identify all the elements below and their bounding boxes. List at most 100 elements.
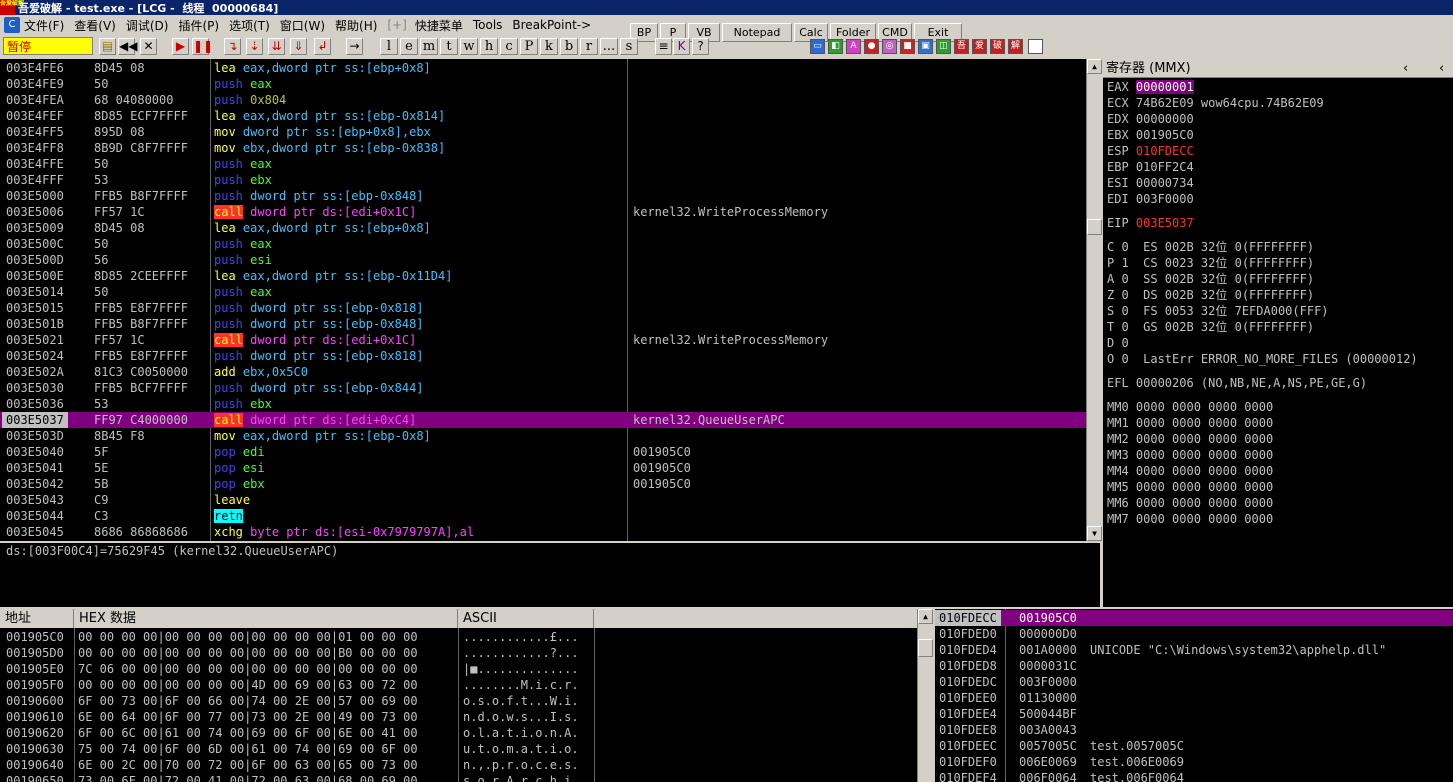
- scroll-down-icon[interactable]: ▼: [1087, 526, 1102, 541]
- dump-hex[interactable]: 6E 00 2C 00|70 00 72 00|6F 00 63 00|65 0…: [78, 757, 418, 773]
- menu-plugins[interactable]: 插件(P): [178, 17, 219, 34]
- disasm-row[interactable]: 003E503D 8B45 F8 mov eax,dword ptr ss:[ebp…: [0, 428, 1086, 444]
- dump-hex[interactable]: 75 00 74 00|6F 00 6D 00|61 00 74 00|69 0…: [78, 741, 418, 757]
- register-line[interactable]: MM3 0000 0000 0000 0000: [1107, 447, 1273, 463]
- disassembly-scrollbar[interactable]: ▲ ▼: [1086, 59, 1102, 541]
- registers-header[interactable]: 寄存器 (MMX) ‹ ‹: [1103, 59, 1453, 78]
- disasm-row[interactable]: 003E4FF5 895D 08 mov dword ptr ss:[ebp+0x8…: [0, 124, 1086, 140]
- stack-row[interactable]: 010FDED8 0000031C: [935, 658, 1453, 674]
- register-value[interactable]: 010FDECC: [1136, 144, 1194, 158]
- disasm-row[interactable]: 003E5041 5E pop esi 001905C0: [0, 460, 1086, 476]
- register-value[interactable]: 001905C0: [1136, 128, 1194, 142]
- open-icon[interactable]: ▤: [99, 38, 116, 55]
- register-line[interactable]: Z 0 DS 002B 32位 0(FFFFFFFF): [1107, 287, 1314, 303]
- source-button[interactable]: s: [620, 38, 638, 55]
- menu-help[interactable]: 帮助(H): [335, 17, 377, 34]
- dump-address[interactable]: 00190630: [6, 741, 64, 757]
- dump-hex[interactable]: 00 00 00 00|00 00 00 00|00 00 00 00|B0 0…: [78, 645, 418, 661]
- disasm-row[interactable]: 003E5036 53 push ebx: [0, 396, 1086, 412]
- register-line[interactable]: MM1 0000 0000 0000 0000: [1107, 415, 1273, 431]
- disasm-row[interactable]: 003E5044 C3 retn: [0, 508, 1086, 524]
- disasm-row[interactable]: 003E4FFE 50 push eax: [0, 156, 1086, 172]
- stack-row[interactable]: 010FDED4 001A0000 UNICODE "C:\Windows\syst…: [935, 642, 1453, 658]
- register-line[interactable]: EIP 003E5037: [1107, 215, 1194, 231]
- wu-plugin-icon[interactable]: 吾: [954, 39, 969, 54]
- disasm-row[interactable]: 003E5042 5B pop ebx 001905C0: [0, 476, 1086, 492]
- disasm-row[interactable]: 003E5000 FFB5 B8F7FFFF push dword ptr ss:[…: [0, 188, 1086, 204]
- disasm-row[interactable]: 003E5045 8686 86868686 xchg byte ptr ds:[e…: [0, 524, 1086, 540]
- dump-header-hex[interactable]: HEX 数据: [74, 609, 458, 628]
- register-line[interactable]: EBP 010FF2C4: [1107, 159, 1194, 175]
- threads-button[interactable]: t: [440, 38, 458, 55]
- stack-row[interactable]: 010FDEE0 01130000: [935, 690, 1453, 706]
- k-icon[interactable]: K: [673, 38, 690, 55]
- register-line[interactable]: O 0 LastErr ERROR_NO_MORE_FILES (0000001…: [1107, 351, 1418, 367]
- dump-ascii[interactable]: o.l.a.t.i.o.n.A.: [463, 725, 579, 741]
- jie-plugin-icon[interactable]: 解: [1008, 39, 1023, 54]
- dump-address[interactable]: 00190640: [6, 757, 64, 773]
- executable-modules-button[interactable]: e: [400, 38, 418, 55]
- references-button[interactable]: r: [580, 38, 598, 55]
- trace-into-icon[interactable]: ⇊: [268, 38, 285, 55]
- stack-row[interactable]: 010FDEF4 006F0064 test.006F0064: [935, 770, 1453, 782]
- settings-icon[interactable]: ≡: [655, 38, 672, 55]
- disasm-row[interactable]: 003E4FE9 50 push eax: [0, 76, 1086, 92]
- disasm-row[interactable]: 003E5015 FFB5 E8F7FFFF push dword ptr ss:[…: [0, 300, 1086, 316]
- disasm-row[interactable]: 003E500C 50 push eax: [0, 236, 1086, 252]
- disasm-row[interactable]: 003E500E 8D85 2CEEFFFF lea eax,dword ptr s…: [0, 268, 1086, 284]
- stack-row[interactable]: 010FDEE4 500044BF: [935, 706, 1453, 722]
- dump-header-ascii[interactable]: ASCII: [458, 609, 594, 628]
- dump-hex[interactable]: 6F 00 6C 00|61 00 74 00|69 00 6F 00|6E 0…: [78, 725, 418, 741]
- scroll-thumb[interactable]: [918, 639, 933, 657]
- ai-plugin-icon[interactable]: 爱: [972, 39, 987, 54]
- register-value[interactable]: 003F0000: [1136, 192, 1194, 206]
- disasm-row[interactable]: 003E5014 50 push eax: [0, 284, 1086, 300]
- dump-address[interactable]: 00190600: [6, 693, 64, 709]
- chevron-left-icon[interactable]: ‹: [1403, 59, 1408, 78]
- menu-view[interactable]: 查看(V): [74, 17, 116, 34]
- register-line[interactable]: D 0: [1107, 335, 1129, 351]
- app-icon[interactable]: C: [4, 17, 20, 33]
- disasm-row[interactable]: 003E5009 8D45 08 lea eax,dword ptr ss:[ebp…: [0, 220, 1086, 236]
- trace-over-icon[interactable]: ⇓: [290, 38, 307, 55]
- dump-ascii[interactable]: u.t.o.m.a.t.i.o.: [463, 741, 579, 757]
- disasm-row[interactable]: 003E5021 FF57 1C call dword ptr ds:[edi+0x…: [0, 332, 1086, 348]
- register-value[interactable]: 00000001: [1135, 80, 1194, 94]
- disasm-row[interactable]: 003E5040 5F pop edi 001905C0: [0, 444, 1086, 460]
- register-line[interactable]: EFL 00000206 (NO,NB,NE,A,NS,PE,GE,G): [1107, 375, 1367, 391]
- dump-ascii[interactable]: o.s.o.f.t...W.i.: [463, 693, 579, 709]
- po-plugin-icon[interactable]: 破: [990, 39, 1005, 54]
- dump-ascii[interactable]: s.o.r.A.r.c.h.i.: [463, 773, 579, 782]
- dump-scrollbar[interactable]: ▲: [917, 609, 933, 782]
- disasm-row[interactable]: 003E5006 FF57 1C call dword ptr ds:[edi+0x…: [0, 204, 1086, 220]
- disasm-row[interactable]: 003E4FF8 8B9D C8F7FFFF mov ebx,dword ptr s…: [0, 140, 1086, 156]
- chevron-left-icon[interactable]: ‹: [1439, 59, 1444, 78]
- menu-plus[interactable]: [+]: [387, 18, 406, 32]
- dump-hex[interactable]: 73 00 6F 00|72 00 41 00|72 00 63 00|68 0…: [78, 773, 418, 782]
- stack-pane[interactable]: 010FDECC 001905C0 010FDED0 000000D0 010FDED4…: [935, 609, 1453, 782]
- register-line[interactable]: EAX 00000001: [1107, 79, 1194, 95]
- register-value[interactable]: 00000734: [1136, 176, 1194, 190]
- menu-file[interactable]: 文件(F): [24, 17, 64, 34]
- red-plugin-icon[interactable]: ●: [864, 39, 879, 54]
- execute-till-return-icon[interactable]: ↲: [314, 38, 331, 55]
- dump-pane[interactable]: 001905C0 00 00 00 00|00 00 00 00|00 00 00…: [0, 628, 917, 782]
- green-plugin-icon[interactable]: ◧: [828, 39, 843, 54]
- box-plugin-icon[interactable]: ◫: [936, 39, 951, 54]
- menu-debug[interactable]: 调试(D): [126, 17, 169, 34]
- pause-icon[interactable]: ❚❚: [192, 38, 213, 55]
- rec-plugin-icon[interactable]: ■: [900, 39, 915, 54]
- disasm-row[interactable]: 003E4FEA 68 04080000 push 0x804: [0, 92, 1086, 108]
- screen-plugin-icon[interactable]: ▣: [918, 39, 933, 54]
- register-value[interactable]: 74B62E09: [1136, 96, 1194, 110]
- dump-ascii[interactable]: ............£...: [463, 629, 579, 645]
- stack-row[interactable]: 010FDEE8 003A0043: [935, 722, 1453, 738]
- stack-row[interactable]: 010FDED0 000000D0: [935, 626, 1453, 642]
- register-value[interactable]: 010FF2C4: [1136, 160, 1194, 174]
- restart-icon[interactable]: ◀◀: [118, 38, 137, 55]
- step-into-icon[interactable]: ↴: [224, 38, 241, 55]
- dump-address[interactable]: 001905F0: [6, 677, 64, 693]
- register-line[interactable]: MM4 0000 0000 0000 0000: [1107, 463, 1273, 479]
- memory-map-button[interactable]: m: [420, 38, 438, 55]
- scroll-up-icon[interactable]: ▲: [1087, 59, 1102, 74]
